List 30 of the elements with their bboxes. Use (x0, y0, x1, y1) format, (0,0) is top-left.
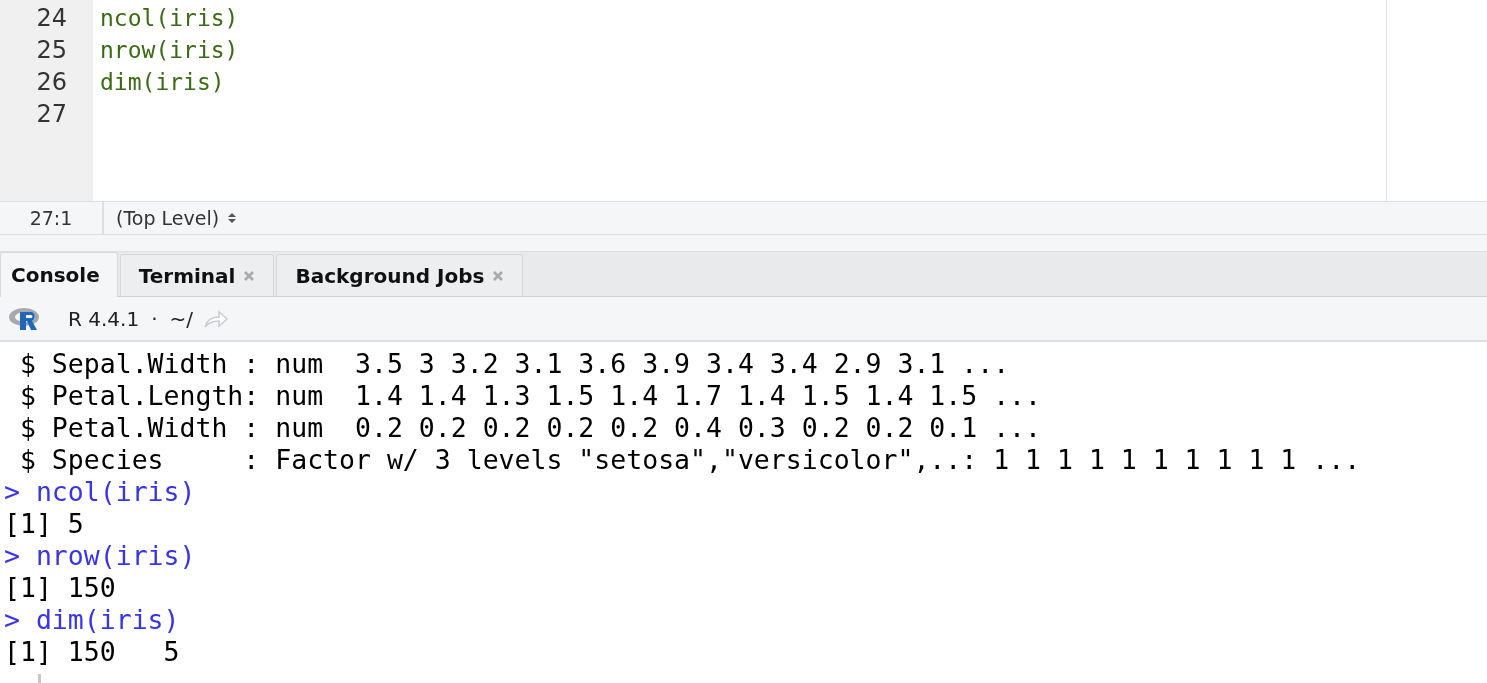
close-icon[interactable] (243, 269, 256, 282)
console-output: [1] 150 5 (4, 636, 180, 667)
code-line: ncol(iris) (100, 5, 239, 31)
console-command: > dim(iris) (4, 604, 180, 635)
console-command: > nrow(iris) (4, 540, 196, 571)
arrow-icon[interactable] (203, 308, 229, 329)
console-output: $ Petal.Width : num 0.2 0.2 0.2 0.2 0.2 0.4 0.3 0.2 0.2 0.1 ... (18, 412, 1042, 443)
working-directory: ~/ (169, 306, 193, 331)
pane-splitter[interactable] (0, 235, 1487, 251)
updown-icon (227, 211, 238, 225)
tab[interactable]: Console (0, 252, 118, 297)
separator-dot: · (151, 306, 158, 331)
code-line: dim(iris) (100, 69, 225, 95)
console-output: $ Sepal.Width : num 3.5 3 3.2 3.1 3.6 3.9 3.4 3.4 2.9 3.1 ... (18, 348, 1010, 379)
r-logo-icon (8, 305, 42, 332)
scope-selector[interactable]: (Top Level) (116, 207, 238, 229)
tab[interactable]: Terminal (119, 254, 275, 296)
line-number: 25 (35, 35, 68, 66)
console-command: > ncol(iris) (4, 476, 196, 507)
console-output: $ Petal.Length: num 1.4 1.4 1.3 1.5 1.4 1.7 1.4 1.5 1.4 1.5 ... (18, 380, 1042, 411)
close-icon[interactable] (492, 269, 505, 282)
line-number: 27 (35, 99, 68, 130)
console-output: [1] 5 (4, 508, 84, 539)
code-line: nrow(iris) (100, 37, 239, 63)
console-output: $ Species : Factor w/ 3 levels "setosa","versicolor",..: 1 1 1 1 1 1 1 1 1 1 ... (18, 444, 1361, 475)
console-output: [1] 150 (4, 572, 116, 603)
r-version: R 4.4.1 (68, 306, 140, 331)
line-number: 26 (35, 67, 68, 98)
line-number: 24 (35, 3, 68, 34)
tab[interactable]: Background Jobs (276, 254, 524, 296)
